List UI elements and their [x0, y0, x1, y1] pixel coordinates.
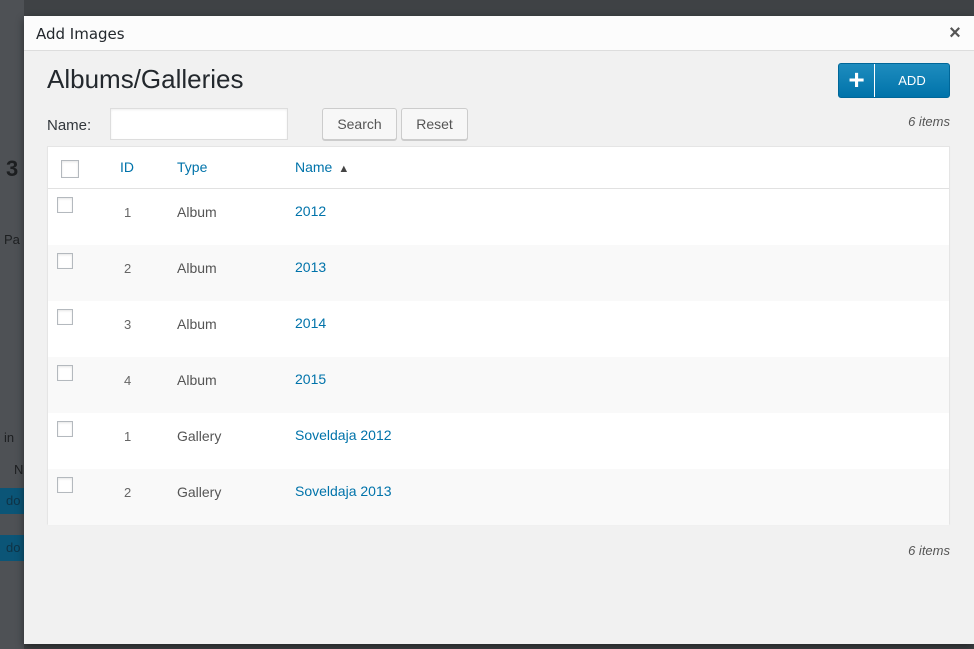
row-id: 3 [124, 317, 132, 332]
table-row: 1 Album 2012 [48, 189, 949, 245]
name-search-input[interactable] [110, 108, 288, 140]
select-all-checkbox[interactable] [61, 160, 79, 178]
row-name-link[interactable]: 2013 [295, 259, 326, 275]
column-header-type[interactable]: Type [177, 159, 207, 175]
sort-ascending-icon: ▲ [338, 163, 350, 175]
row-name-link[interactable]: 2012 [295, 203, 326, 219]
plus-icon: + [839, 64, 875, 97]
row-id: 1 [124, 205, 132, 220]
items-count-bottom: 6 items [908, 543, 950, 558]
add-button-label: ADD [898, 73, 926, 88]
row-checkbox[interactable] [57, 253, 73, 269]
table-row: 2 Album 2013 [48, 245, 949, 301]
albums-galleries-table: ID Type Name ▲ 1 Album 2012 2 Album 2013 … [47, 146, 950, 525]
table-row: 2 Gallery Soveldaja 2013 [48, 469, 949, 525]
table-row: 1 Gallery Soveldaja 2012 [48, 413, 949, 469]
close-icon[interactable]: × [944, 21, 966, 45]
row-checkbox[interactable] [57, 197, 73, 213]
page-title: Albums/Galleries [47, 64, 244, 94]
background-text-fragment: 3 [6, 156, 19, 181]
row-id: 2 [124, 261, 132, 276]
background-button-fragment: do [0, 535, 24, 561]
row-name-link[interactable]: 2014 [295, 315, 326, 331]
modal-header: Add Images × [24, 16, 974, 51]
table-row: 3 Album 2014 [48, 301, 949, 357]
table-row: 4 Album 2015 [48, 357, 949, 413]
add-button[interactable]: + ADD [838, 63, 950, 98]
row-type: Gallery [177, 428, 222, 444]
row-name-link[interactable]: Soveldaja 2013 [295, 483, 392, 499]
background-text-fragment: in [4, 430, 15, 445]
row-checkbox[interactable] [57, 309, 73, 325]
row-type: Album [177, 204, 217, 220]
row-type: Album [177, 260, 217, 276]
row-name-link[interactable]: Soveldaja 2012 [295, 427, 392, 443]
name-label: Name: [47, 117, 92, 134]
background-text-fragment: N [14, 462, 24, 477]
background-button-fragment: do [0, 488, 24, 514]
row-id: 4 [124, 373, 132, 388]
row-checkbox[interactable] [57, 365, 73, 381]
column-header-id[interactable]: ID [120, 159, 134, 175]
row-checkbox[interactable] [57, 477, 73, 493]
row-type: Gallery [177, 484, 222, 500]
row-id: 2 [124, 485, 132, 500]
row-type: Album [177, 316, 217, 332]
column-header-name-label: Name [295, 159, 333, 175]
row-checkbox[interactable] [57, 421, 73, 437]
background-text-fragment: Pa [4, 232, 20, 247]
row-type: Album [177, 372, 217, 388]
reset-button[interactable]: Reset [401, 108, 468, 140]
search-button[interactable]: Search [322, 108, 397, 140]
items-count-top: 6 items [908, 114, 950, 129]
row-id: 1 [124, 429, 132, 444]
modal-title: Add Images [36, 25, 125, 43]
column-header-name[interactable]: Name ▲ [295, 159, 349, 175]
row-name-link[interactable]: 2015 [295, 371, 326, 387]
add-images-modal: Add Images × Albums/Galleries + ADD Name… [24, 16, 974, 644]
background-page-sliver: 3 Pa in N do do [0, 0, 24, 649]
table-header: ID Type Name ▲ [48, 147, 949, 189]
